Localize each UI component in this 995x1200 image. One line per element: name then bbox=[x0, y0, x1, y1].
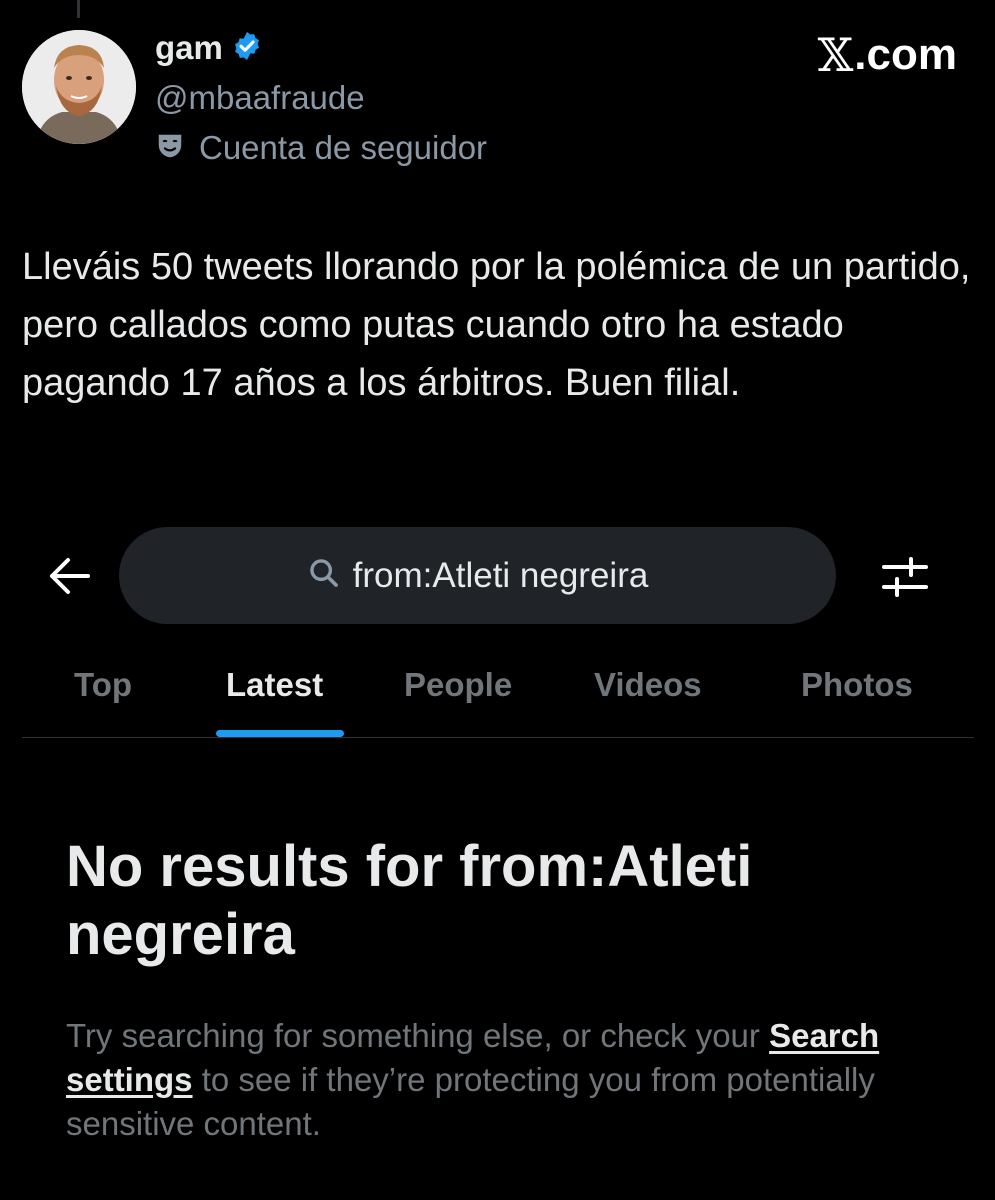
search-filters-icon[interactable] bbox=[878, 554, 932, 600]
thread-line bbox=[77, 0, 80, 18]
avatar[interactable] bbox=[22, 30, 136, 144]
brand-domain: .com bbox=[854, 30, 957, 79]
account-label: Cuenta de seguidor bbox=[199, 129, 488, 166]
author-name-row: gam bbox=[155, 28, 263, 68]
author-display-name[interactable]: gam bbox=[155, 28, 223, 68]
tweet-text: Lleváis 50 tweets llorando por la polémi… bbox=[22, 246, 971, 404]
tab-photos[interactable]: Photos bbox=[801, 663, 913, 707]
back-arrow-icon[interactable] bbox=[44, 552, 94, 600]
verified-badge-icon bbox=[231, 30, 263, 67]
tab-top[interactable]: Top bbox=[74, 663, 132, 707]
author-handle[interactable]: @mbaafraude bbox=[155, 78, 365, 118]
tab-latest[interactable]: Latest bbox=[226, 663, 323, 707]
empty-desc-before: Try searching for something else, or che… bbox=[66, 1017, 770, 1054]
tabs-divider bbox=[22, 737, 974, 738]
search-input[interactable]: from:Atleti negreira bbox=[119, 527, 836, 624]
empty-state-title: No results for from:Atleti negreira bbox=[66, 834, 753, 967]
tab-people[interactable]: People bbox=[404, 663, 512, 707]
search-query: from:Atleti negreira bbox=[352, 555, 649, 595]
tab-videos[interactable]: Videos bbox=[594, 663, 702, 707]
search-icon bbox=[307, 556, 341, 595]
x-logo: 𝕏 bbox=[817, 28, 854, 82]
parody-mask-icon bbox=[155, 131, 185, 166]
active-tab-indicator bbox=[216, 730, 344, 737]
site-brand: 𝕏 .com bbox=[818, 30, 957, 80]
account-label-row: Cuenta de seguidor bbox=[155, 128, 487, 168]
search-tabs: Top Latest People Videos Photos bbox=[0, 655, 995, 737]
empty-state-description: Try searching for something else, or che… bbox=[66, 1014, 966, 1146]
